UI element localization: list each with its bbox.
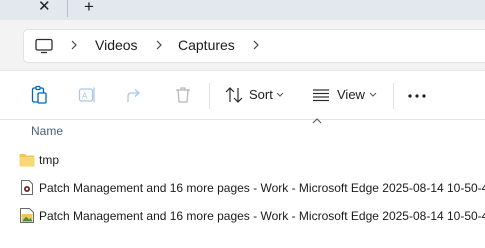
list-item[interactable]: Patch Management and 16 more pages - Wor…: [0, 202, 485, 230]
breadcrumb-videos[interactable]: Videos: [95, 37, 138, 53]
sort-button[interactable]: Sort: [224, 84, 288, 106]
file-name: Patch Management and 16 more pages - Wor…: [39, 209, 485, 223]
chevron-down-icon: [276, 92, 284, 97]
address-bar[interactable]: Videos Captures: [23, 29, 485, 63]
breadcrumb-chevron-icon[interactable]: [154, 38, 164, 52]
more-options-icon[interactable]: [408, 94, 426, 98]
toolbar-divider: [393, 83, 394, 109]
command-bar: A Sort View: [0, 70, 485, 120]
list-item[interactable]: tmp: [0, 146, 485, 174]
navigation-bar: Videos Captures: [0, 20, 485, 70]
image-file-icon: [20, 208, 34, 223]
video-file-icon: [21, 180, 33, 195]
breadcrumb-chevron-icon[interactable]: [69, 38, 79, 52]
column-header-row: Name: [0, 118, 485, 144]
share-icon[interactable]: [125, 85, 145, 105]
chevron-down-icon: [369, 92, 377, 97]
file-name: tmp: [39, 153, 60, 167]
list-item[interactable]: Patch Management and 16 more pages - Wor…: [0, 174, 485, 202]
new-tab-button[interactable]: +: [84, 0, 94, 17]
sort-icon: [225, 87, 243, 103]
toolbar-divider: [209, 83, 210, 109]
file-name: Patch Management and 16 more pages - Wor…: [39, 181, 485, 195]
tab-strip: ✕ +: [0, 0, 485, 20]
column-header-name[interactable]: Name: [31, 124, 63, 138]
breadcrumb-captures[interactable]: Captures: [178, 37, 235, 53]
delete-icon[interactable]: [173, 85, 193, 105]
close-tab-button[interactable]: ✕: [38, 0, 51, 15]
view-label: View: [337, 87, 365, 102]
sort-label: Sort: [249, 87, 273, 102]
sort-ascending-icon: [312, 118, 322, 124]
view-icon: [313, 89, 329, 102]
paste-icon[interactable]: [29, 85, 49, 105]
view-button[interactable]: View: [312, 84, 382, 106]
rename-icon[interactable]: A: [77, 85, 97, 105]
tab-divider: [67, 0, 68, 17]
this-pc-icon[interactable]: [34, 38, 54, 54]
folder-icon: [19, 154, 35, 167]
svg-text:A: A: [82, 92, 88, 101]
breadcrumb-chevron-icon[interactable]: [251, 38, 261, 52]
